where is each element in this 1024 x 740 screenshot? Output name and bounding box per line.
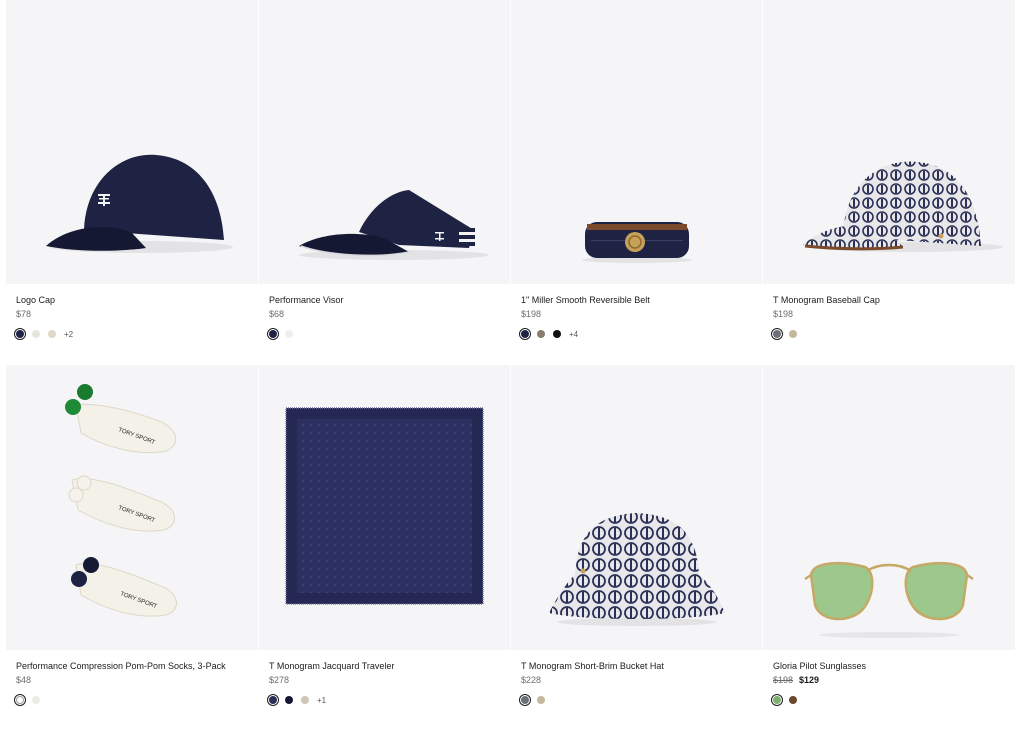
product-grid-row-1: Logo Cap $78 +2 Performance Visor $68 1"… xyxy=(6,0,1015,374)
color-swatches: +1 xyxy=(267,694,501,706)
more-colors-count[interactable]: +2 xyxy=(64,330,73,339)
color-swatch[interactable] xyxy=(285,330,293,338)
color-swatch[interactable] xyxy=(285,696,293,704)
product-image-jacquard-traveler[interactable] xyxy=(259,365,511,650)
product-name[interactable]: 1" Miller Smooth Reversible Belt xyxy=(521,294,753,306)
socks-image: TORY SPORT TORY SPORT TORY SPORT xyxy=(65,384,177,617)
product-price: $228 xyxy=(521,675,542,685)
color-swatch[interactable] xyxy=(267,694,279,706)
product-grid-row-2: TORY SPORT TORY SPORT TORY SPORT Perform… xyxy=(6,365,1015,740)
product-card-gloria-sunglasses[interactable]: Gloria Pilot Sunglasses $198 $129 xyxy=(762,365,1015,740)
color-swatch[interactable] xyxy=(789,696,797,704)
product-card-miller-belt[interactable]: 1" Miller Smooth Reversible Belt $198 +4 xyxy=(510,0,763,374)
color-swatch[interactable] xyxy=(537,330,545,338)
color-swatch[interactable] xyxy=(771,328,783,340)
color-swatches: +4 xyxy=(519,328,753,340)
more-colors-count[interactable]: +1 xyxy=(317,696,326,705)
sale-price: $129 xyxy=(799,675,820,685)
product-card-logo-cap[interactable]: Logo Cap $78 +2 xyxy=(6,0,258,374)
color-swatches xyxy=(519,694,753,706)
color-swatch[interactable] xyxy=(267,328,279,340)
cap-image xyxy=(46,154,233,253)
product-card-jacquard-traveler[interactable]: T Monogram Jacquard Traveler $278 +1 xyxy=(258,365,511,740)
scarf-image xyxy=(285,407,484,605)
color-swatch[interactable] xyxy=(537,696,545,704)
belt-image xyxy=(582,222,692,263)
color-swatch[interactable] xyxy=(771,694,783,706)
product-card-bucket-hat[interactable]: T Monogram Short-Brim Bucket Hat $228 xyxy=(510,365,763,740)
product-name[interactable]: Gloria Pilot Sunglasses xyxy=(773,660,1005,672)
color-swatch[interactable] xyxy=(48,330,56,338)
color-swatch[interactable] xyxy=(32,330,40,338)
bucket-hat-image xyxy=(549,513,725,626)
product-price: $68 xyxy=(269,309,285,319)
color-swatch[interactable] xyxy=(789,330,797,338)
product-card-pom-pom-socks[interactable]: TORY SPORT TORY SPORT TORY SPORT Perform… xyxy=(6,365,258,740)
color-swatch[interactable] xyxy=(14,694,26,706)
product-price: $278 xyxy=(269,675,290,685)
color-swatches xyxy=(267,328,501,340)
color-swatch[interactable] xyxy=(14,328,26,340)
product-price: $78 xyxy=(16,309,32,319)
product-image-logo-cap[interactable] xyxy=(6,0,258,284)
color-swatches xyxy=(14,694,248,706)
product-name[interactable]: Logo Cap xyxy=(16,294,248,306)
product-card-monogram-baseball-cap[interactable]: T Monogram Baseball Cap $198 xyxy=(762,0,1015,374)
visor-image xyxy=(299,190,489,260)
product-image-performance-visor[interactable] xyxy=(259,0,511,284)
product-name[interactable]: T Monogram Baseball Cap xyxy=(773,294,1005,306)
color-swatch[interactable] xyxy=(553,330,561,338)
product-price: $48 xyxy=(16,675,32,685)
more-colors-count[interactable]: +4 xyxy=(569,330,578,339)
color-swatch[interactable] xyxy=(301,696,309,704)
color-swatches: +2 xyxy=(14,328,248,340)
product-name[interactable]: T Monogram Jacquard Traveler xyxy=(269,660,501,672)
product-name[interactable]: Performance Visor xyxy=(269,294,501,306)
product-card-performance-visor[interactable]: Performance Visor $68 xyxy=(258,0,511,374)
product-image-monogram-baseball-cap[interactable] xyxy=(763,0,1015,284)
product-image-miller-belt[interactable] xyxy=(511,0,763,284)
color-swatches xyxy=(771,328,1005,340)
color-swatch[interactable] xyxy=(519,328,531,340)
color-swatch[interactable] xyxy=(519,694,531,706)
original-price: $198 xyxy=(773,675,794,685)
monogram-cap-image xyxy=(803,161,1003,252)
product-name[interactable]: T Monogram Short-Brim Bucket Hat xyxy=(521,660,753,672)
color-swatches xyxy=(771,694,1005,706)
product-price: $198 xyxy=(521,309,542,319)
color-swatch[interactable] xyxy=(32,696,40,704)
product-image-bucket-hat[interactable] xyxy=(511,365,763,650)
product-image-pom-pom-socks[interactable]: TORY SPORT TORY SPORT TORY SPORT xyxy=(6,365,258,650)
product-price: $198 xyxy=(773,309,794,319)
sunglasses-image xyxy=(804,562,974,638)
product-image-gloria-sunglasses[interactable] xyxy=(763,365,1015,650)
product-name[interactable]: Performance Compression Pom-Pom Socks, 3… xyxy=(16,660,248,672)
product-price: $198 $129 xyxy=(773,674,1005,686)
